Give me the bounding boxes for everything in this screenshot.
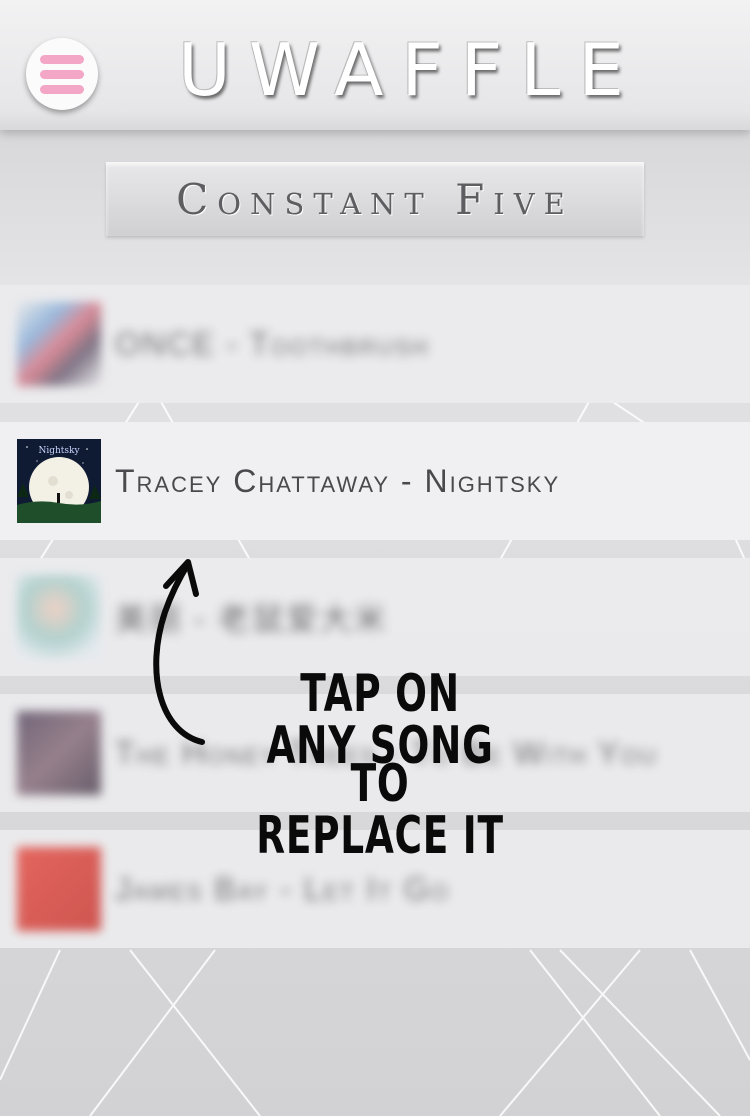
menu-button[interactable]: [26, 38, 98, 110]
album-art: [17, 575, 101, 659]
curved-arrow-up-icon: [153, 559, 205, 745]
hint-line-2: TO REPLACE IT: [256, 754, 504, 866]
song-row[interactable]: 美丽 - 老鼠爱大米: [0, 558, 750, 676]
svg-text:Nightsky: Nightsky: [38, 446, 80, 456]
album-art: [17, 847, 101, 931]
song-row-selected[interactable]: Nightsky Tracey Chattaway - Nightsky: [0, 422, 750, 540]
album-art-nightsky: Nightsky: [17, 439, 101, 523]
song-title: ONCE - Toothbrush: [115, 325, 430, 362]
playlist-name: Constant Five: [176, 174, 574, 224]
song-row[interactable]: ONCE - Toothbrush: [0, 285, 750, 403]
app-title: UWAFFLE: [178, 28, 642, 112]
playlist-banner[interactable]: Constant Five: [106, 162, 644, 236]
album-art: [17, 711, 101, 795]
album-art: [17, 302, 101, 386]
song-title: James Bay - Let It Go: [115, 870, 450, 907]
song-title: Tracey Chattaway - Nightsky: [115, 462, 561, 499]
app-header: UWAFFLE: [0, 0, 750, 130]
hamburger-menu-icon: [40, 84, 84, 94]
hamburger-menu-icon: [40, 69, 84, 79]
hamburger-menu-icon: [40, 54, 84, 64]
